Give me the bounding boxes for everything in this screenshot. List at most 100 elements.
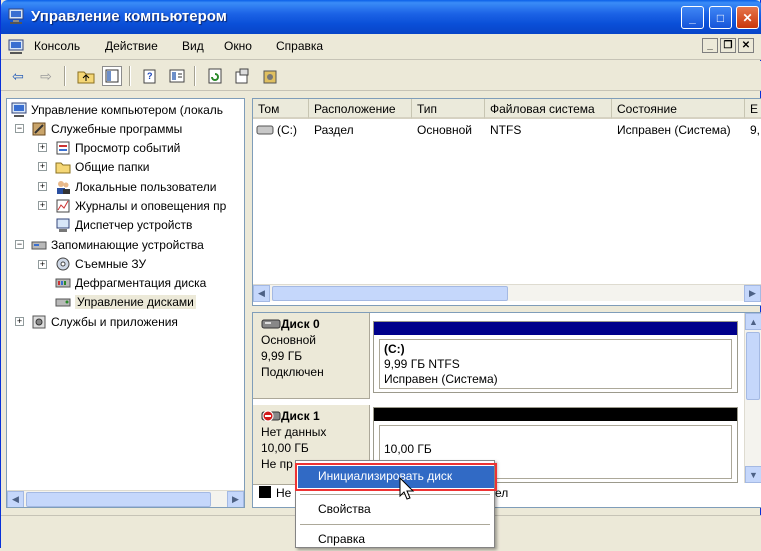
table-cell-volume[interactable]: (C:) xyxy=(277,123,297,137)
tree-root-label: Управление компьютером (локаль xyxy=(31,102,224,117)
tree-item-logs[interactable]: Журналы и оповещения пр xyxy=(55,196,226,215)
scroll-thumb[interactable] xyxy=(26,492,211,507)
window-title: Управление компьютером xyxy=(31,8,227,25)
column-header-status[interactable]: Состояние xyxy=(612,99,745,119)
tree-item-disk-management[interactable]: Управление дисками xyxy=(55,292,196,311)
scroll-left-icon[interactable]: ◀ xyxy=(7,491,24,507)
menu-console[interactable]: Консоль xyxy=(34,39,80,53)
volume-list-horizontal-scrollbar[interactable]: ◀ ▶ xyxy=(253,284,761,302)
tree-item-removable-storage[interactable]: Съемные ЗУ xyxy=(55,254,146,273)
expand-icon[interactable]: + xyxy=(15,317,24,326)
tree-horizontal-scrollbar[interactable]: ◀ ▶ xyxy=(7,490,244,507)
disk-0-label[interactable]: Диск 0 Основной 9,99 ГБ Подключен xyxy=(253,313,370,399)
menu-view[interactable]: Вид xyxy=(182,39,204,53)
menu-separator xyxy=(300,524,490,525)
menu-bar: Консоль Действие Вид Окно Справка _ ❐ ✕ xyxy=(1,34,761,60)
computer-icon xyxy=(11,102,27,117)
unallocated-size: 10,00 ГБ xyxy=(384,442,432,456)
column-header-type[interactable]: Тип xyxy=(412,99,485,119)
maximize-button[interactable]: □ xyxy=(709,6,732,29)
table-cell-filesystem[interactable]: NTFS xyxy=(490,123,521,137)
disk-1-type: Нет данных xyxy=(261,425,327,439)
up-folder-icon[interactable] xyxy=(76,66,96,86)
menu-item-properties[interactable]: Свойства xyxy=(298,499,494,521)
expand-icon[interactable]: + xyxy=(38,143,47,152)
tree-item-defrag[interactable]: Дефрагментация диска xyxy=(55,273,206,292)
table-cell-type[interactable]: Основной xyxy=(417,123,472,137)
details-view-icon[interactable] xyxy=(167,66,187,86)
computer-management-icon xyxy=(8,8,24,24)
show-hide-tree-icon[interactable] xyxy=(102,66,122,86)
tree-item-tools[interactable]: Служебные программы xyxy=(31,119,182,138)
disk-icon xyxy=(261,319,281,329)
tree-item-local-users[interactable]: Локальные пользователи xyxy=(55,177,216,196)
export-list-icon[interactable] xyxy=(232,66,252,86)
removable-storage-icon xyxy=(56,257,70,270)
back-arrow-icon[interactable]: ⇦ xyxy=(8,66,28,86)
partition-details: (C:) 9,99 ГБ NTFS Исправен (Система) xyxy=(379,339,732,389)
close-button[interactable]: ✕ xyxy=(736,6,759,29)
settings-icon[interactable] xyxy=(260,66,280,86)
expand-icon[interactable]: + xyxy=(38,162,47,171)
disk-vertical-scrollbar[interactable]: ▲ ▼ xyxy=(744,313,761,483)
forward-arrow-icon[interactable]: ⇨ xyxy=(36,66,56,86)
tree-root[interactable]: Управление компьютером (локаль xyxy=(11,100,223,119)
volume-icon xyxy=(256,125,274,135)
column-header-capacity[interactable]: Е xyxy=(745,99,761,119)
scroll-left-icon[interactable]: ◀ xyxy=(253,285,270,302)
tree-item-shared-folders[interactable]: Общие папки xyxy=(55,157,149,176)
collapse-icon[interactable]: − xyxy=(15,124,24,133)
table-cell-layout[interactable]: Раздел xyxy=(314,123,354,137)
minimize-button[interactable]: _ xyxy=(681,6,704,29)
table-cell-capacity[interactable]: 9, xyxy=(750,123,760,137)
expand-icon[interactable]: + xyxy=(38,260,47,269)
tree-item-storage[interactable]: Запоминающие устройства xyxy=(31,235,204,254)
context-menu: Инициализировать диск Свойства Справка xyxy=(295,460,497,548)
disk-1-title: Диск 1 xyxy=(281,409,320,423)
console-menu-icon[interactable] xyxy=(7,39,25,55)
disk-error-icon xyxy=(261,410,281,422)
console-tree: Управление компьютером (локаль − Служебн… xyxy=(6,98,245,508)
menu-separator xyxy=(300,494,490,495)
scroll-up-icon[interactable]: ▲ xyxy=(745,313,761,330)
scroll-down-icon[interactable]: ▼ xyxy=(745,466,761,483)
legend-label-right: ел xyxy=(495,486,509,500)
mdi-restore-icon[interactable]: ❐ xyxy=(720,38,736,53)
tools-icon xyxy=(32,122,46,135)
scroll-right-icon[interactable]: ▶ xyxy=(744,285,761,302)
expand-icon[interactable]: + xyxy=(38,182,47,191)
menu-action[interactable]: Действие xyxy=(105,39,158,53)
menu-item-initialize-disk[interactable]: Инициализировать диск xyxy=(295,463,497,491)
scroll-right-icon[interactable]: ▶ xyxy=(227,491,244,507)
tree-item-services[interactable]: Службы и приложения xyxy=(31,312,178,331)
maximize-icon: □ xyxy=(716,10,725,25)
scroll-thumb[interactable] xyxy=(272,286,508,301)
menu-window[interactable]: Окно xyxy=(224,39,252,53)
title-bar[interactable]: Управление компьютером _ □ ✕ xyxy=(1,0,761,34)
tree-item-label: Дефрагментация диска xyxy=(75,275,207,290)
tree-item-event-viewer[interactable]: Просмотр событий xyxy=(55,138,180,157)
defrag-icon xyxy=(55,278,71,287)
mdi-minimize-icon[interactable]: _ xyxy=(702,38,718,53)
scroll-thumb[interactable] xyxy=(746,332,760,400)
properties-icon[interactable]: ? xyxy=(140,66,160,86)
partition-size: 9,99 ГБ NTFS xyxy=(384,357,460,371)
unallocated-bar xyxy=(374,408,737,421)
column-header-layout[interactable]: Расположение xyxy=(309,99,412,119)
tree-item-device-manager[interactable]: Диспетчер устройств xyxy=(55,215,192,234)
expand-icon[interactable]: + xyxy=(38,201,47,210)
column-header-volume[interactable]: Том xyxy=(253,99,309,119)
tree-item-label: Служебные программы xyxy=(51,121,183,136)
tree-item-label: Запоминающие устройства xyxy=(51,237,204,252)
column-header-filesystem[interactable]: Файловая система xyxy=(485,99,612,119)
tree-item-label-selected: Управление дисками xyxy=(75,294,196,309)
disk-0-title: Диск 0 xyxy=(281,317,320,331)
menu-help[interactable]: Справка xyxy=(276,39,323,53)
table-cell-status[interactable]: Исправен (Система) xyxy=(617,123,731,137)
refresh-icon[interactable] xyxy=(205,66,225,86)
users-icon xyxy=(57,180,70,194)
collapse-icon[interactable]: − xyxy=(15,240,24,249)
svg-text:?: ? xyxy=(147,71,153,81)
mdi-close-icon[interactable]: ✕ xyxy=(738,38,754,53)
disk-0-partition[interactable]: (C:) 9,99 ГБ NTFS Исправен (Система) xyxy=(373,321,738,393)
